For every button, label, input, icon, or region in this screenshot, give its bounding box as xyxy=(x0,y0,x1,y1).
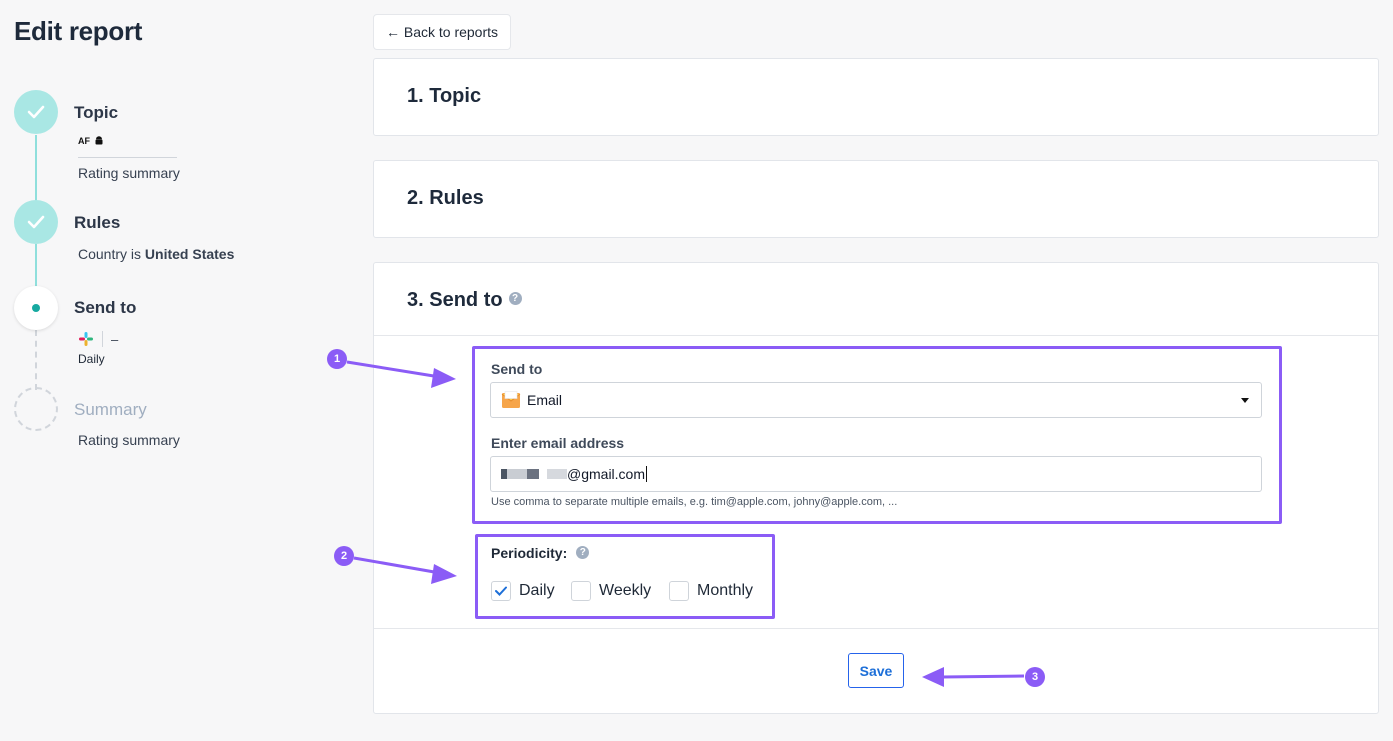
annotation-arrows xyxy=(346,360,1025,687)
annotation-badge-3: 3 xyxy=(1025,667,1045,687)
annotation-badge-2: 2 xyxy=(334,546,354,566)
